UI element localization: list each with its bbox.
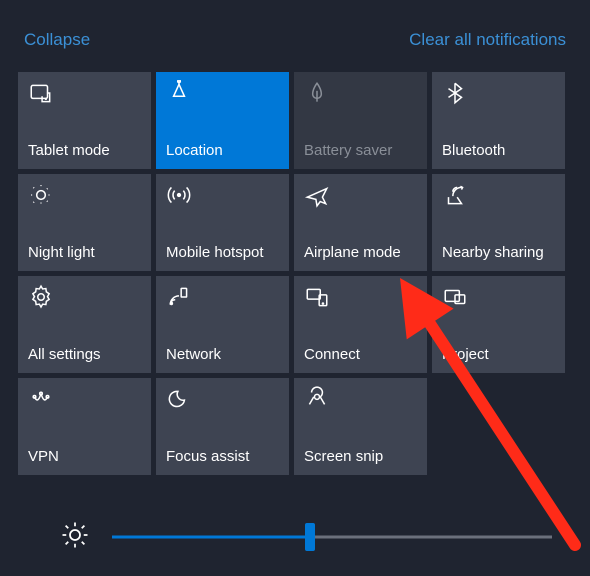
mobile-hotspot-icon	[166, 182, 192, 208]
tile-label: Location	[166, 142, 279, 159]
tile-network[interactable]: Network	[156, 276, 289, 373]
tile-label: Battery saver	[304, 142, 417, 159]
tile-label: Airplane mode	[304, 244, 417, 261]
nearby-sharing-icon	[442, 182, 468, 208]
tile-label: Project	[442, 346, 555, 363]
clear-notifications-link[interactable]: Clear all notifications	[409, 30, 566, 50]
tile-label: Mobile hotspot	[166, 244, 279, 261]
tile-location[interactable]: Location	[156, 72, 289, 169]
tile-focus-assist[interactable]: Focus assist	[156, 378, 289, 475]
project-icon	[442, 284, 468, 310]
tile-airplane-mode[interactable]: Airplane mode	[294, 174, 427, 271]
brightness-icon	[60, 520, 90, 554]
tile-all-settings[interactable]: All settings	[18, 276, 151, 373]
screen-snip-icon	[304, 386, 330, 412]
tile-night-light[interactable]: Night light	[18, 174, 151, 271]
location-icon	[166, 80, 192, 106]
connect-icon	[304, 284, 330, 310]
collapse-link[interactable]: Collapse	[24, 30, 90, 50]
tile-screen-snip[interactable]: Screen snip	[294, 378, 427, 475]
brightness-row	[0, 520, 590, 554]
tile-nearby-sharing[interactable]: Nearby sharing	[432, 174, 565, 271]
tile-label: Screen snip	[304, 448, 417, 465]
brightness-slider[interactable]	[112, 525, 552, 549]
brightness-slider-fill	[112, 536, 310, 539]
tile-label: Connect	[304, 346, 417, 363]
tile-connect[interactable]: Connect	[294, 276, 427, 373]
tile-bluetooth[interactable]: Bluetooth	[432, 72, 565, 169]
tile-tablet-mode[interactable]: Tablet mode	[18, 72, 151, 169]
airplane-icon	[304, 182, 330, 208]
network-icon	[166, 284, 192, 310]
vpn-icon	[28, 386, 54, 412]
battery-saver-icon	[304, 80, 330, 106]
quick-action-grid: Tablet mode Location Battery saver Bluetoot…	[0, 72, 590, 475]
tile-label: Bluetooth	[442, 142, 555, 159]
tile-label: Night light	[28, 244, 141, 261]
tile-label: Nearby sharing	[442, 244, 555, 261]
tablet-mode-icon	[28, 80, 54, 106]
settings-gear-icon	[28, 284, 54, 310]
tile-label: Network	[166, 346, 279, 363]
tile-label: Focus assist	[166, 448, 279, 465]
tile-battery-saver[interactable]: Battery saver	[294, 72, 427, 169]
tile-vpn[interactable]: VPN	[18, 378, 151, 475]
tile-label: All settings	[28, 346, 141, 363]
brightness-slider-thumb[interactable]	[305, 523, 315, 551]
tile-project[interactable]: Project	[432, 276, 565, 373]
bluetooth-icon	[442, 80, 468, 106]
tile-label: Tablet mode	[28, 142, 141, 159]
tile-mobile-hotspot[interactable]: Mobile hotspot	[156, 174, 289, 271]
focus-assist-icon	[166, 386, 192, 412]
night-light-icon	[28, 182, 54, 208]
tile-label: VPN	[28, 448, 141, 465]
